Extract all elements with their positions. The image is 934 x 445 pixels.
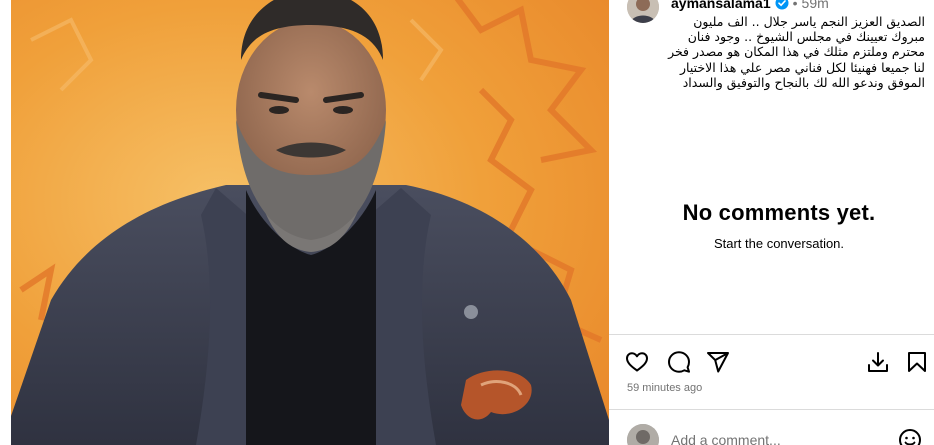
separator-dot: • [792, 0, 798, 11]
comment-input[interactable] [671, 432, 871, 445]
post-header: aymansalama1 • 59m الصديق العزيز النجم ي… [627, 0, 927, 121]
no-comments-title: No comments yet. [682, 200, 876, 225]
username-row: aymansalama1 • 59m [671, 0, 829, 11]
download-icon [868, 352, 888, 372]
share-icon [707, 352, 729, 373]
author-username[interactable]: aymansalama1 [671, 0, 771, 11]
author-avatar[interactable] [627, 0, 659, 23]
verified-icon [775, 0, 789, 10]
empty-comments: No comments yet. Start the conversation. [609, 200, 934, 251]
download-button[interactable] [866, 350, 892, 376]
like-button[interactable] [625, 350, 651, 376]
no-comments-subtitle: Start the conversation. [713, 236, 845, 251]
post-timestamp[interactable]: 59 minutes ago [627, 382, 702, 394]
avatar-icon [627, 0, 659, 23]
add-comment-bar [609, 420, 934, 445]
post-caption: الصديق العزيز النجم ياسر جلال .. الف ملي… [668, 14, 925, 90]
post-side-panel: aymansalama1 • 59m الصديق العزيز النجم ي… [609, 0, 934, 445]
emoji-icon[interactable] [898, 428, 922, 445]
post-time-ago: 59m [801, 0, 829, 11]
post-actions-bar [609, 340, 934, 382]
post-image[interactable] [11, 0, 609, 445]
user-avatar-icon [627, 424, 659, 445]
bookmark-icon [908, 352, 926, 372]
portrait-photo [11, 0, 609, 445]
divider [609, 334, 934, 335]
comment-button[interactable] [667, 350, 693, 376]
heart-icon [626, 352, 648, 372]
save-button[interactable] [905, 350, 931, 376]
current-user-avatar [627, 424, 659, 445]
left-margin [0, 0, 11, 445]
share-button[interactable] [706, 350, 732, 376]
comment-icon [668, 351, 690, 373]
divider [609, 409, 934, 410]
